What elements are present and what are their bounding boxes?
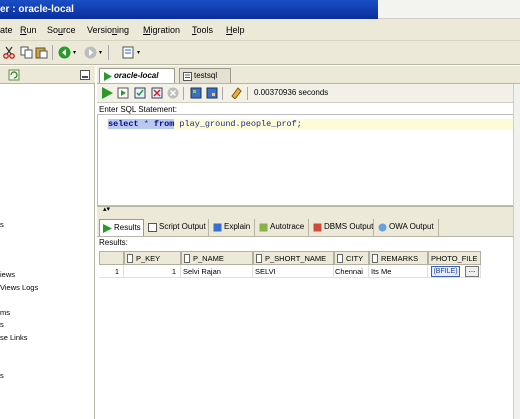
row-number-header: [99, 251, 124, 265]
vertical-scrollbar[interactable]: [513, 84, 520, 419]
rollback-icon[interactable]: [151, 87, 163, 99]
nav-item[interactable]: s: [0, 220, 4, 229]
forward-dropdown-icon[interactable]: ▾: [99, 49, 102, 56]
forward-icon[interactable]: [84, 46, 97, 59]
toolbar-separator: [52, 45, 53, 60]
nav-item[interactable]: ms: [0, 308, 10, 317]
title-bar-right-area: [378, 0, 520, 19]
title-bar: er : oracle-local: [0, 0, 520, 19]
editor-tabs: oracle-local testsql: [97, 66, 520, 84]
autotrace-icon[interactable]: [206, 87, 218, 99]
nav-item[interactable]: s: [0, 371, 4, 380]
column-header[interactable]: CITY: [334, 251, 369, 265]
tab-testsql[interactable]: testsql: [179, 68, 231, 83]
menu-help[interactable]: Help: [226, 25, 245, 35]
copy-icon[interactable]: [20, 46, 33, 59]
toolbar-separator: [183, 87, 184, 100]
sql-worksheet-dropdown-icon[interactable]: ▾: [137, 49, 140, 56]
tab-autotrace[interactable]: Autotrace: [256, 219, 309, 236]
column-header[interactable]: P_SHORT_NAME: [253, 251, 334, 265]
tab-owa-output[interactable]: OWA Output: [375, 219, 439, 236]
results-label: Results:: [99, 238, 128, 247]
back-icon[interactable]: [58, 46, 71, 59]
worksheet-toolbar: 0.00370936 seconds: [97, 84, 520, 103]
column-type-icon: [256, 254, 262, 263]
tab-script-output[interactable]: Script Output: [145, 219, 209, 236]
tab-results[interactable]: Results: [99, 219, 144, 236]
paste-icon[interactable]: [35, 46, 48, 59]
column-header[interactable]: PHOTO_FILE: [428, 251, 481, 265]
connections-navigator: s iews Views Logs ms s se Links s: [0, 84, 95, 419]
nav-item[interactable]: s: [0, 320, 4, 329]
eraser-icon[interactable]: [230, 87, 242, 99]
minimize-icon[interactable]: [80, 70, 90, 80]
window-title: er : oracle-local: [0, 4, 74, 15]
sql-editor[interactable]: select * from play_ground.people_prof;: [97, 114, 515, 206]
back-dropdown-icon[interactable]: ▾: [73, 49, 76, 56]
cancel-icon[interactable]: [167, 87, 179, 99]
result-tabs: Results Script Output Explain Autotrace …: [97, 217, 520, 237]
table-cell[interactable]: 1: [124, 265, 181, 278]
dbms-output-icon: [313, 223, 322, 232]
refresh-icon[interactable]: [8, 69, 20, 81]
menu-bar: ate Run Source Versioning Migration Tool…: [0, 19, 520, 41]
pane-splitter[interactable]: ▴▾: [97, 206, 520, 217]
nav-item[interactable]: se Links: [0, 333, 28, 342]
worksheet-icon: [183, 72, 192, 81]
nav-item[interactable]: Views Logs: [0, 283, 38, 292]
nav-item[interactable]: iews: [0, 270, 15, 279]
table-cell[interactable]: SELVI: [253, 265, 334, 278]
row-number: 1: [99, 265, 124, 278]
toolbar-separator: [247, 87, 248, 100]
column-header[interactable]: REMARKS: [369, 251, 428, 265]
sql-label: Enter SQL Statement:: [99, 105, 177, 114]
main-toolbar: ▾ ▾ ▾: [0, 41, 520, 65]
cut-icon[interactable]: [3, 46, 16, 59]
explain-plan-icon[interactable]: [190, 87, 202, 99]
menu-tools[interactable]: Tools: [192, 25, 213, 35]
tab-oracle-local[interactable]: oracle-local: [99, 68, 175, 83]
column-type-icon: [337, 254, 343, 263]
results-play-icon: [103, 224, 112, 233]
toolbar-separator: [108, 45, 109, 60]
explain-icon: [213, 223, 222, 232]
toolbar-separator: [222, 87, 223, 100]
script-output-icon: [148, 223, 157, 232]
current-line-highlight: select * from play_ground.people_prof;: [106, 119, 514, 130]
menu-navigate[interactable]: ate: [0, 25, 13, 35]
table-cell[interactable]: Selvi Rajan: [181, 265, 253, 278]
bfile-value[interactable]: (BFILE): [431, 266, 460, 277]
run-icon[interactable]: [101, 87, 113, 99]
tab-explain[interactable]: Explain: [210, 219, 255, 236]
commit-icon[interactable]: [134, 87, 146, 99]
column-header[interactable]: P_NAME: [181, 251, 253, 265]
autotrace-tab-icon: [259, 223, 268, 232]
column-type-icon: [127, 254, 133, 263]
play-icon: [104, 72, 112, 81]
sql-worksheet-icon[interactable]: [122, 46, 135, 59]
run-script-icon[interactable]: [117, 87, 129, 99]
collapse-arrows-icon[interactable]: ▴▾: [103, 205, 110, 213]
elapsed-time: 0.00370936 seconds: [254, 88, 329, 97]
sql-statement[interactable]: select * from play_ground.people_prof;: [108, 119, 302, 129]
menu-migration[interactable]: Migration: [143, 25, 180, 35]
cell-edit-button[interactable]: ...: [465, 266, 479, 277]
owa-output-icon: [378, 223, 387, 232]
tab-dbms-output[interactable]: DBMS Output: [310, 219, 374, 236]
navigator-header: [0, 66, 95, 84]
menu-versioning[interactable]: Versioning: [87, 25, 129, 35]
table-cell[interactable]: Chennai: [334, 265, 369, 278]
column-header[interactable]: P_KEY: [124, 251, 181, 265]
column-type-icon: [184, 254, 190, 263]
menu-run[interactable]: Run: [20, 25, 37, 35]
menu-source[interactable]: Source: [47, 25, 76, 35]
table-cell[interactable]: Its Me: [369, 265, 428, 278]
column-type-icon: [372, 254, 378, 263]
